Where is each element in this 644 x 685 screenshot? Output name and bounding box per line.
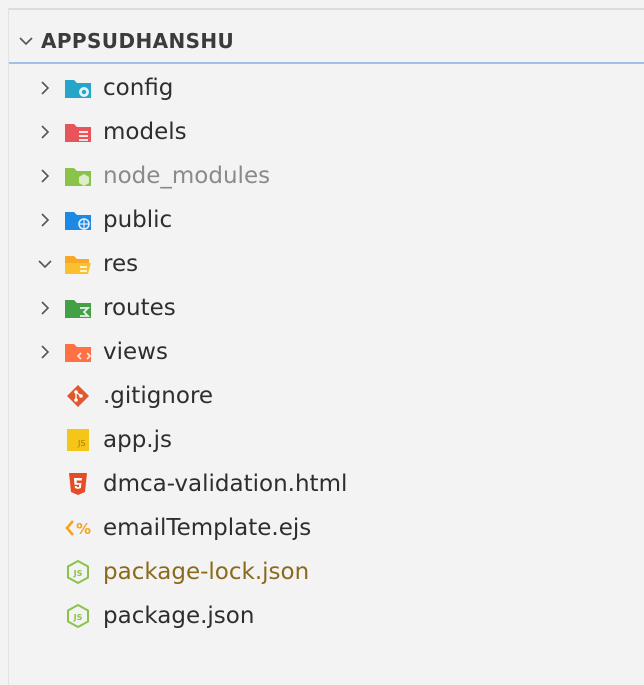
chevron-right-icon[interactable]: [35, 211, 55, 229]
chevron-right-icon[interactable]: [35, 299, 55, 317]
tree-item-routes[interactable]: routes: [9, 286, 644, 330]
explorer-header[interactable]: APPSUDHANSHU: [9, 20, 644, 64]
tree-item-label: emailTemplate.ejs: [103, 515, 312, 541]
folder-open-icon: [63, 251, 93, 277]
tree-item-res[interactable]: res: [9, 242, 644, 286]
nodejs-icon: JS: [63, 559, 93, 585]
tree-item-package-json[interactable]: JS package.json: [9, 594, 644, 638]
chevron-right-icon[interactable]: [35, 343, 55, 361]
tree-item-label: views: [103, 339, 168, 365]
tree-item-label: node_modules: [103, 163, 271, 189]
tree-item-node-modules[interactable]: node_modules: [9, 154, 644, 198]
js-icon: JS: [63, 427, 93, 453]
svg-text:JS: JS: [77, 439, 85, 448]
chevron-right-icon[interactable]: [35, 123, 55, 141]
folder-node-icon: [63, 163, 93, 189]
chevron-right-icon[interactable]: [35, 167, 55, 185]
tree-item-label: package-lock.json: [103, 559, 310, 585]
svg-text:JS: JS: [73, 569, 83, 578]
nodejs-icon: JS: [63, 603, 93, 629]
tree-item-label: res: [103, 251, 139, 277]
tree-item-gitignore[interactable]: .gitignore: [9, 374, 644, 418]
chevron-down-icon[interactable]: [35, 257, 55, 271]
tree-item-dmca-html[interactable]: dmca-validation.html: [9, 462, 644, 506]
tree-item-models[interactable]: models: [9, 110, 644, 154]
folder-public-icon: [63, 207, 93, 233]
svg-text:JS: JS: [73, 613, 83, 622]
chevron-down-icon[interactable]: [15, 33, 37, 49]
top-border: [9, 8, 644, 10]
tree-item-label: models: [103, 119, 187, 145]
tree-item-views[interactable]: views: [9, 330, 644, 374]
file-tree: config models node_modules public res ro…: [9, 66, 644, 638]
workspace-title: APPSUDHANSHU: [41, 29, 235, 53]
tree-item-label: routes: [103, 295, 176, 321]
tree-item-label: public: [103, 207, 173, 233]
folder-config-icon: [63, 75, 93, 101]
folder-models-icon: [63, 119, 93, 145]
svg-text:%: %: [76, 520, 91, 538]
tree-item-label: package.json: [103, 603, 255, 629]
tree-item-config[interactable]: config: [9, 66, 644, 110]
folder-views-icon: [63, 339, 93, 365]
explorer-panel: APPSUDHANSHU config models node_modules …: [8, 8, 644, 685]
ejs-icon: %: [63, 515, 93, 541]
tree-item-label: app.js: [103, 427, 172, 453]
tree-item-app-js[interactable]: JS app.js: [9, 418, 644, 462]
tree-item-label: dmca-validation.html: [103, 471, 348, 497]
html5-icon: [63, 471, 93, 497]
tree-item-email-template[interactable]: % emailTemplate.ejs: [9, 506, 644, 550]
tree-item-package-lock[interactable]: JS package-lock.json: [9, 550, 644, 594]
folder-routes-icon: [63, 295, 93, 321]
tree-item-public[interactable]: public: [9, 198, 644, 242]
git-icon: [63, 383, 93, 409]
tree-item-label: config: [103, 75, 174, 101]
chevron-right-icon[interactable]: [35, 79, 55, 97]
tree-item-label: .gitignore: [103, 383, 214, 409]
